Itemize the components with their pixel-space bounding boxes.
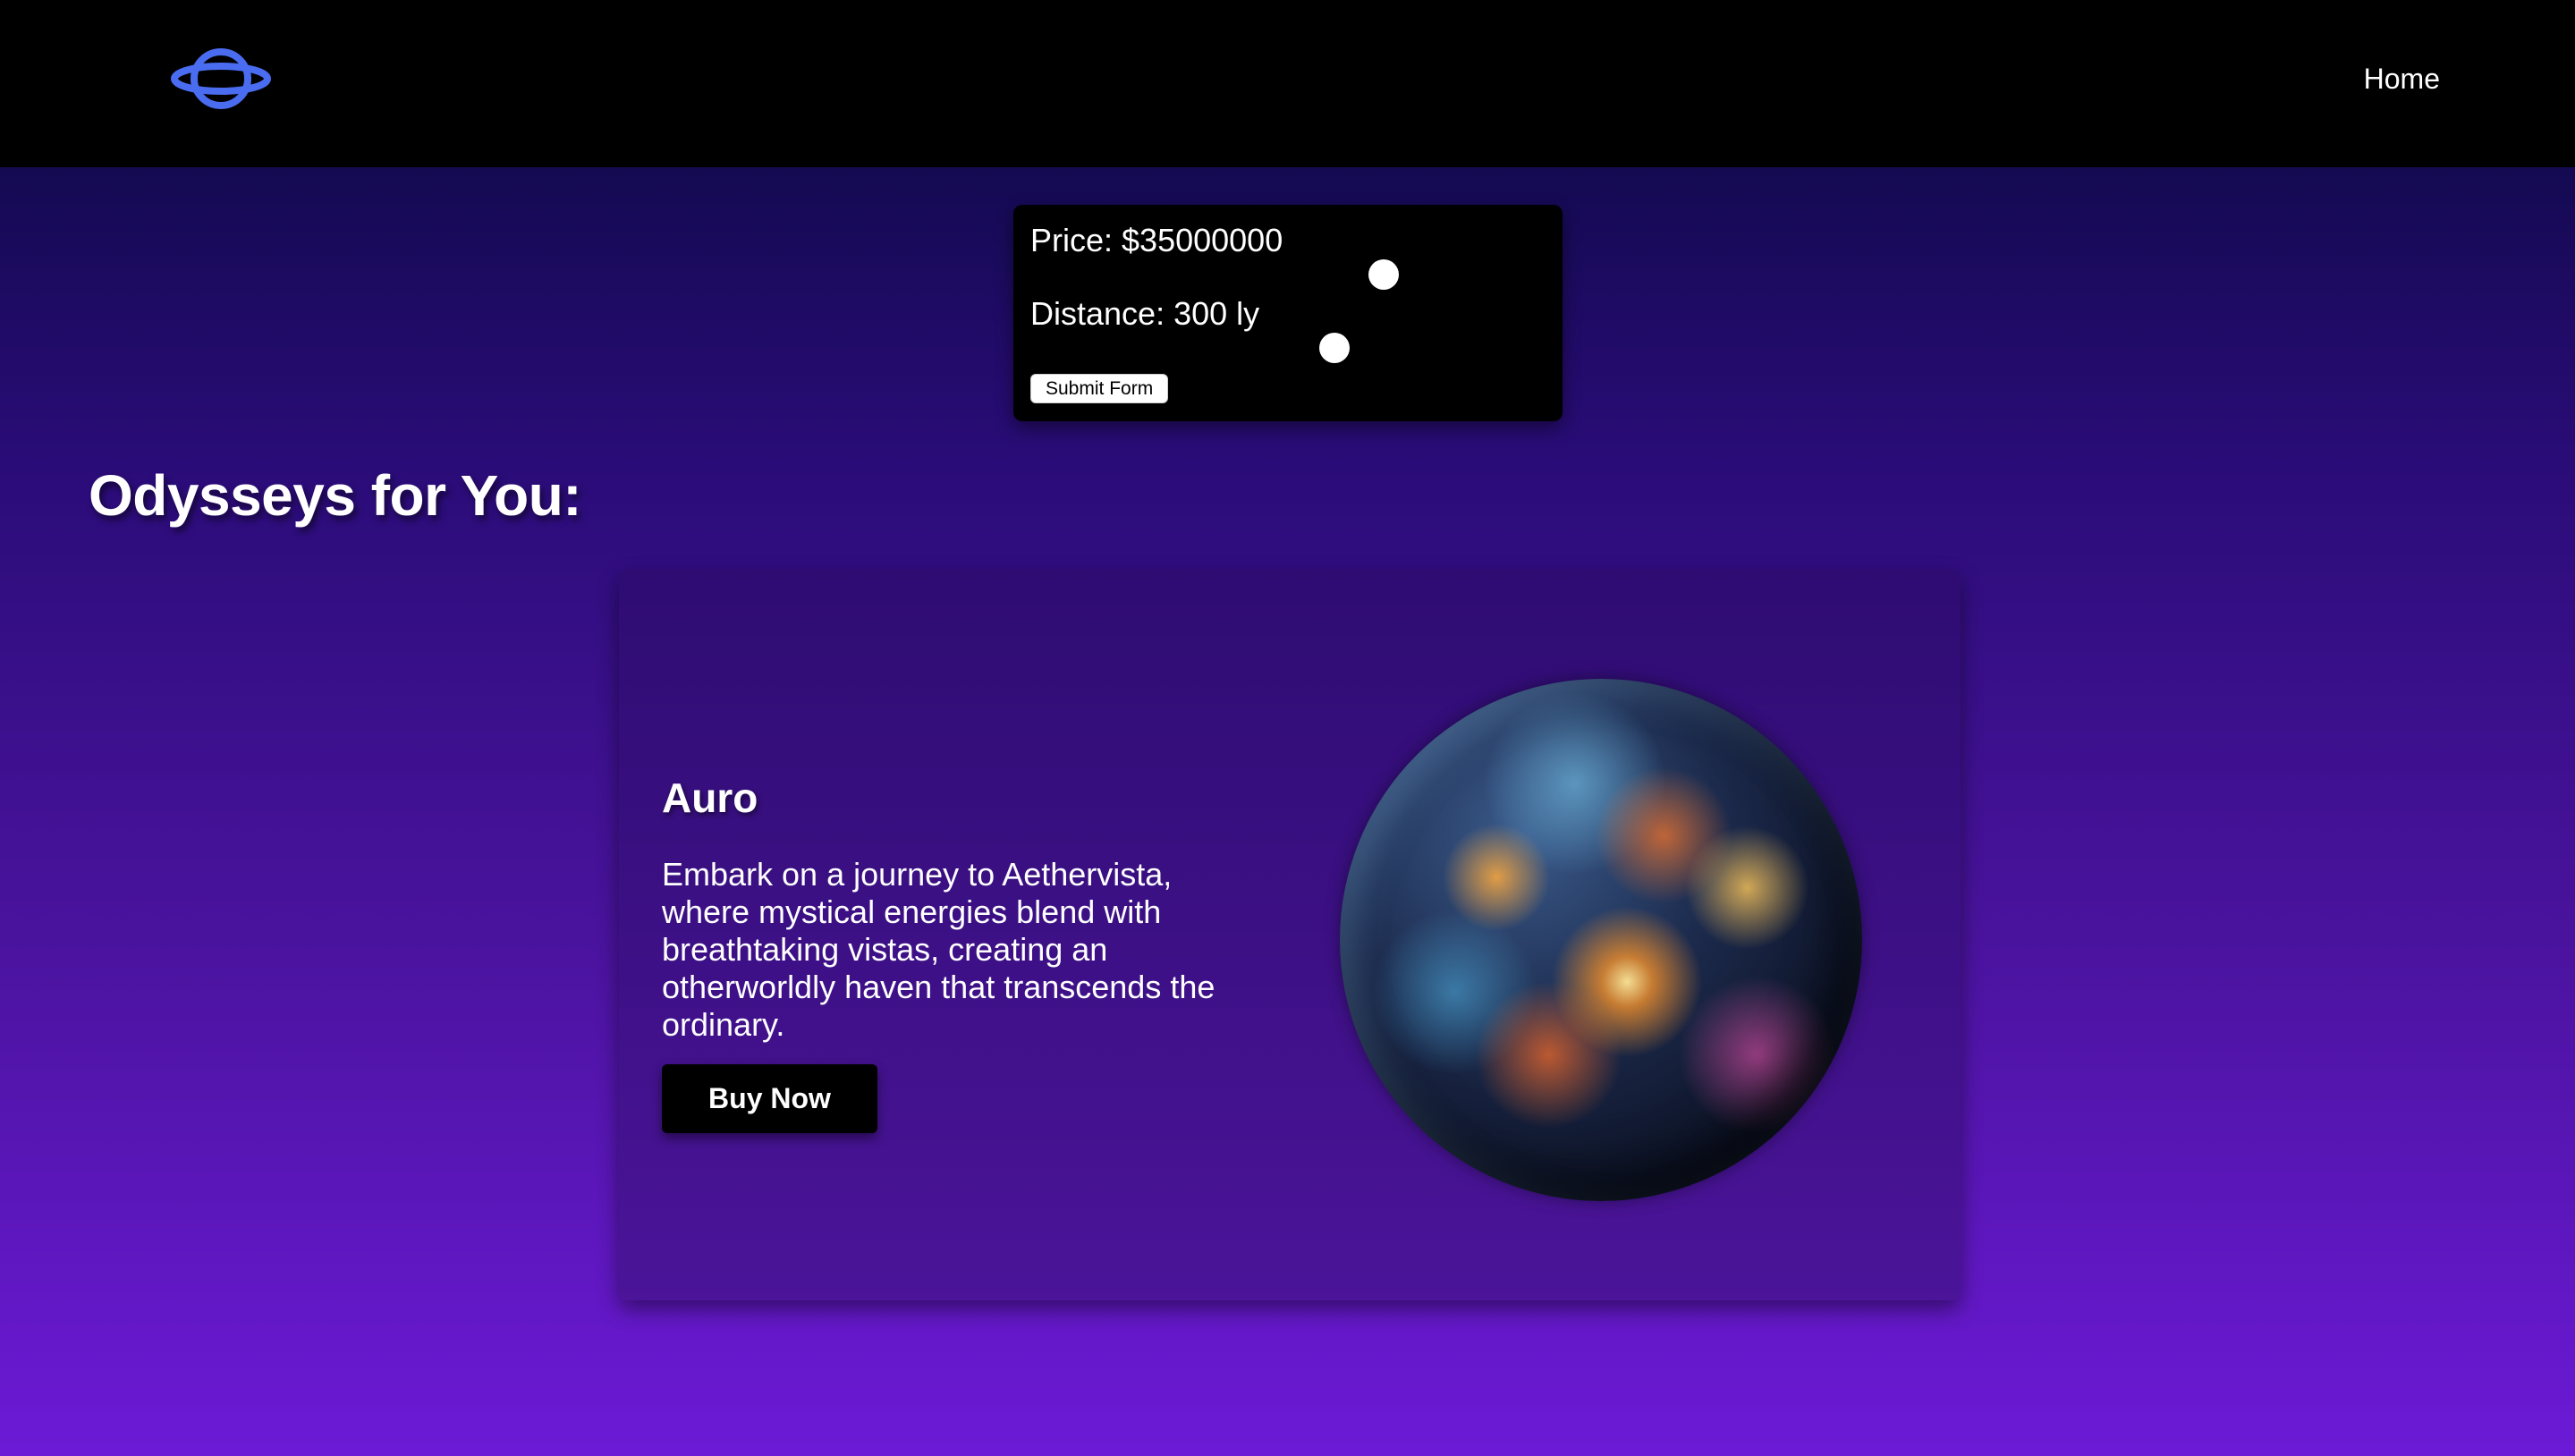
nav-home-link[interactable]: Home xyxy=(2364,63,2440,96)
price-label: Price: $35000000 xyxy=(1030,222,1283,258)
planet-image xyxy=(1340,679,1862,1201)
submit-form-button[interactable]: Submit Form xyxy=(1030,374,1169,403)
distance-label: Distance: 300 ly xyxy=(1030,295,1260,332)
odyssey-card: Auro Embark on a journey to Aethervista,… xyxy=(619,570,1961,1300)
navbar: Home xyxy=(0,0,2575,167)
section-title: Odysseys for You: xyxy=(89,463,582,528)
filter-form: Price: $35000000 Distance: 300 ly Submit… xyxy=(1013,205,1563,421)
planet-ring-icon[interactable] xyxy=(170,45,272,113)
card-title: Auro xyxy=(662,775,758,821)
price-slider-thumb[interactable] xyxy=(1368,259,1399,290)
card-description: Embark on a journey to Aethervista, wher… xyxy=(662,856,1216,1043)
buy-now-button[interactable]: Buy Now xyxy=(662,1064,877,1133)
distance-slider-thumb[interactable] xyxy=(1319,333,1350,363)
